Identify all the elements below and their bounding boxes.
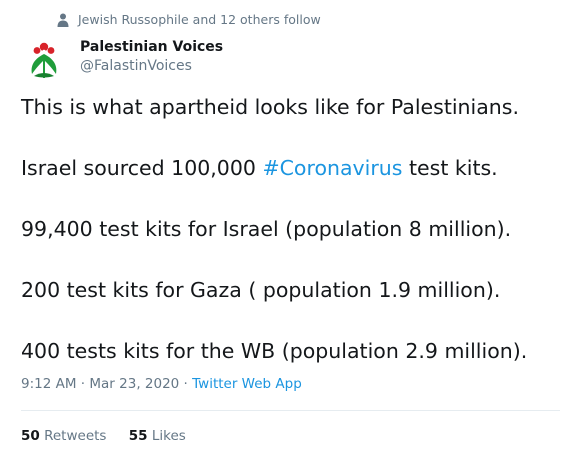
source-app-link[interactable]: Twitter Web App <box>192 376 302 392</box>
tweet-line: Israel sourced 100,000 #Coronavirus test… <box>21 153 561 183</box>
social-context-text: Jewish Russophile and 12 others follow <box>78 12 321 27</box>
palestinian-voices-logo-icon <box>31 42 57 78</box>
retweets-stat[interactable]: 50 Retweets <box>21 428 106 444</box>
tweet-meta: 9:12 AM · Mar 23, 2020 · Twitter Web App <box>21 376 302 392</box>
likes-stat[interactable]: 55 Likes <box>129 428 186 444</box>
tweet-line: 400 tests kits for the WB (population 2.… <box>21 339 528 363</box>
person-icon <box>57 13 69 27</box>
tweet-text-segment: Israel sourced 100,000 <box>21 156 263 180</box>
divider <box>21 410 560 411</box>
retweets-label: Retweets <box>44 428 107 444</box>
author-block[interactable]: Palestinian Voices @FalastinVoices <box>80 38 223 76</box>
retweets-count: 50 <box>21 428 40 444</box>
tweet-text: This is what apartheid looks like for Pa… <box>21 92 561 397</box>
tweet-stats: 50 Retweets 55 Likes <box>21 428 204 444</box>
tweet-date[interactable]: Mar 23, 2020 <box>89 376 179 392</box>
tweet-line: 99,400 test kits for Israel (population … <box>21 217 512 241</box>
likes-label: Likes <box>151 428 186 444</box>
tweet-text-segment: test kits. <box>402 156 498 180</box>
meta-separator: · <box>76 376 90 392</box>
author-handle[interactable]: @FalastinVoices <box>80 57 223 76</box>
social-context[interactable]: Jewish Russophile and 12 others follow <box>57 12 321 27</box>
hashtag-link[interactable]: #Coronavirus <box>262 156 402 180</box>
avatar[interactable] <box>22 38 66 82</box>
tweet-line: 200 test kits for Gaza ( population 1.9 … <box>21 278 501 302</box>
likes-count: 55 <box>128 428 148 444</box>
meta-separator: · <box>179 376 193 392</box>
author-display-name[interactable]: Palestinian Voices <box>80 38 223 57</box>
tweet-line: This is what apartheid looks like for Pa… <box>21 95 519 119</box>
tweet-time[interactable]: 9:12 AM <box>21 376 77 392</box>
